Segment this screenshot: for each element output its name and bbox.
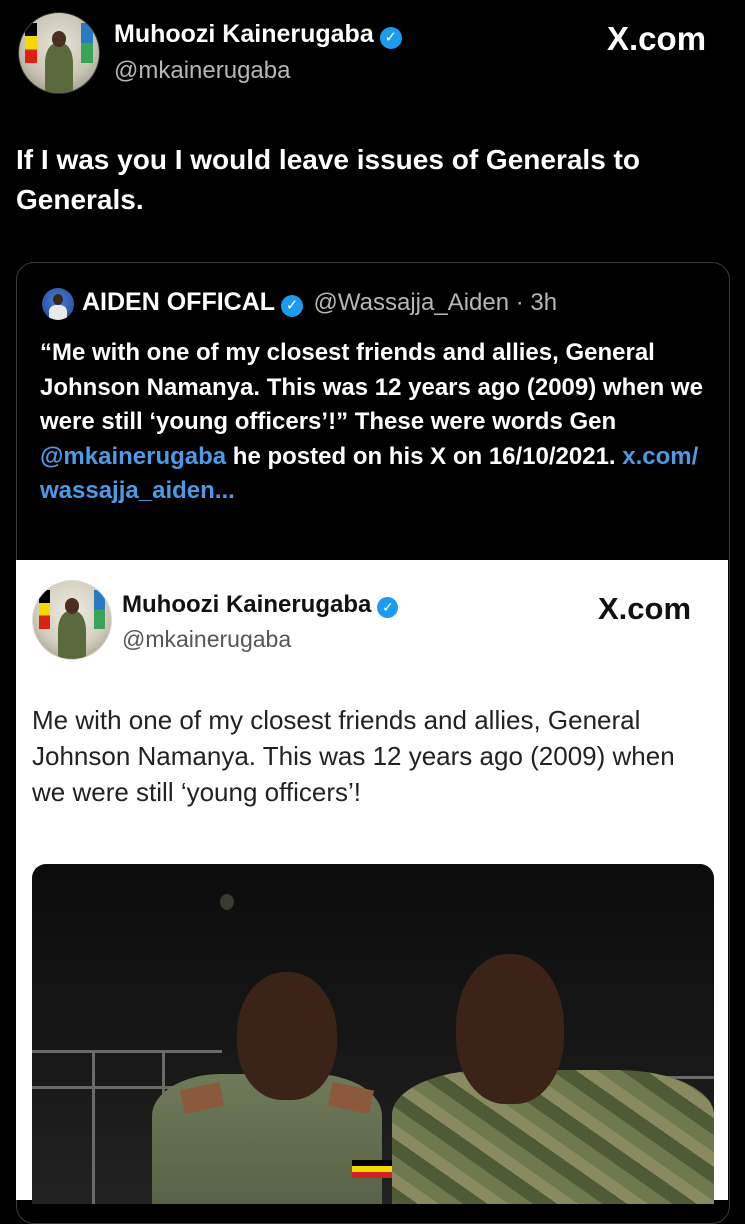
avatar-head (51, 30, 67, 47)
railing-post (92, 1050, 95, 1204)
embedded-tweet-text: Me with one of my closest friends and al… (32, 705, 675, 807)
verified-badge-icon: ✓ (281, 294, 304, 317)
avatar-figure (44, 43, 74, 93)
author-handle[interactable]: @mkainerugaba (114, 57, 290, 85)
avatar-flag-left (39, 590, 51, 630)
author-name[interactable]: Muhoozi Kainerugaba (114, 20, 374, 48)
avatar-flag-left (25, 22, 37, 63)
author-name-row[interactable]: Muhoozi Kainerugaba ✓ (114, 20, 402, 49)
embedded-author-avatar (32, 580, 112, 660)
quote-author-name[interactable]: AIDEN OFFICAL (82, 288, 275, 316)
quote-text-part1: “Me with one of my closest friends and a… (40, 339, 703, 435)
background-light (220, 894, 234, 910)
embedded-author-row: Muhoozi Kainerugaba ✓ (122, 591, 399, 619)
railing (32, 1050, 222, 1053)
avatar-flag-right (93, 590, 105, 630)
quote-mention-link[interactable]: @mkainerugaba (40, 443, 226, 470)
embedded-author-handle: @mkainerugaba (122, 626, 292, 652)
quote-author-avatar[interactable] (42, 288, 74, 320)
verified-badge-icon: ✓ (379, 26, 402, 49)
avatar-flag-right (81, 22, 93, 63)
avatar-figure (57, 610, 87, 659)
tweet-photo[interactable] (32, 864, 714, 1204)
site-label: X.com (607, 20, 707, 57)
quote-author-row[interactable]: AIDEN OFFICAL ✓ @Wassajja_Aiden · 3h (82, 288, 557, 317)
left-officer-head (237, 972, 337, 1100)
quote-author-handle[interactable]: @Wassajja_Aiden (314, 289, 510, 316)
tweet-text: If I was you I would leave issues of Gen… (16, 144, 640, 215)
quote-text: “Me with one of my closest friends and a… (40, 336, 710, 509)
author-avatar[interactable] (18, 12, 100, 94)
dot-separator: · (509, 289, 531, 316)
embedded-site-label: X.com (598, 591, 692, 626)
avatar-head (64, 598, 79, 614)
right-officer-uniform (392, 1070, 714, 1204)
embedded-author-name: Muhoozi Kainerugaba (122, 591, 372, 618)
verified-badge-icon: ✓ (377, 597, 399, 619)
right-officer-head (456, 954, 564, 1104)
quote-text-part2: he posted on his X on 16/10/2021. (226, 442, 623, 470)
quote-time: 3h (530, 289, 558, 316)
flag-patch (352, 1160, 392, 1178)
